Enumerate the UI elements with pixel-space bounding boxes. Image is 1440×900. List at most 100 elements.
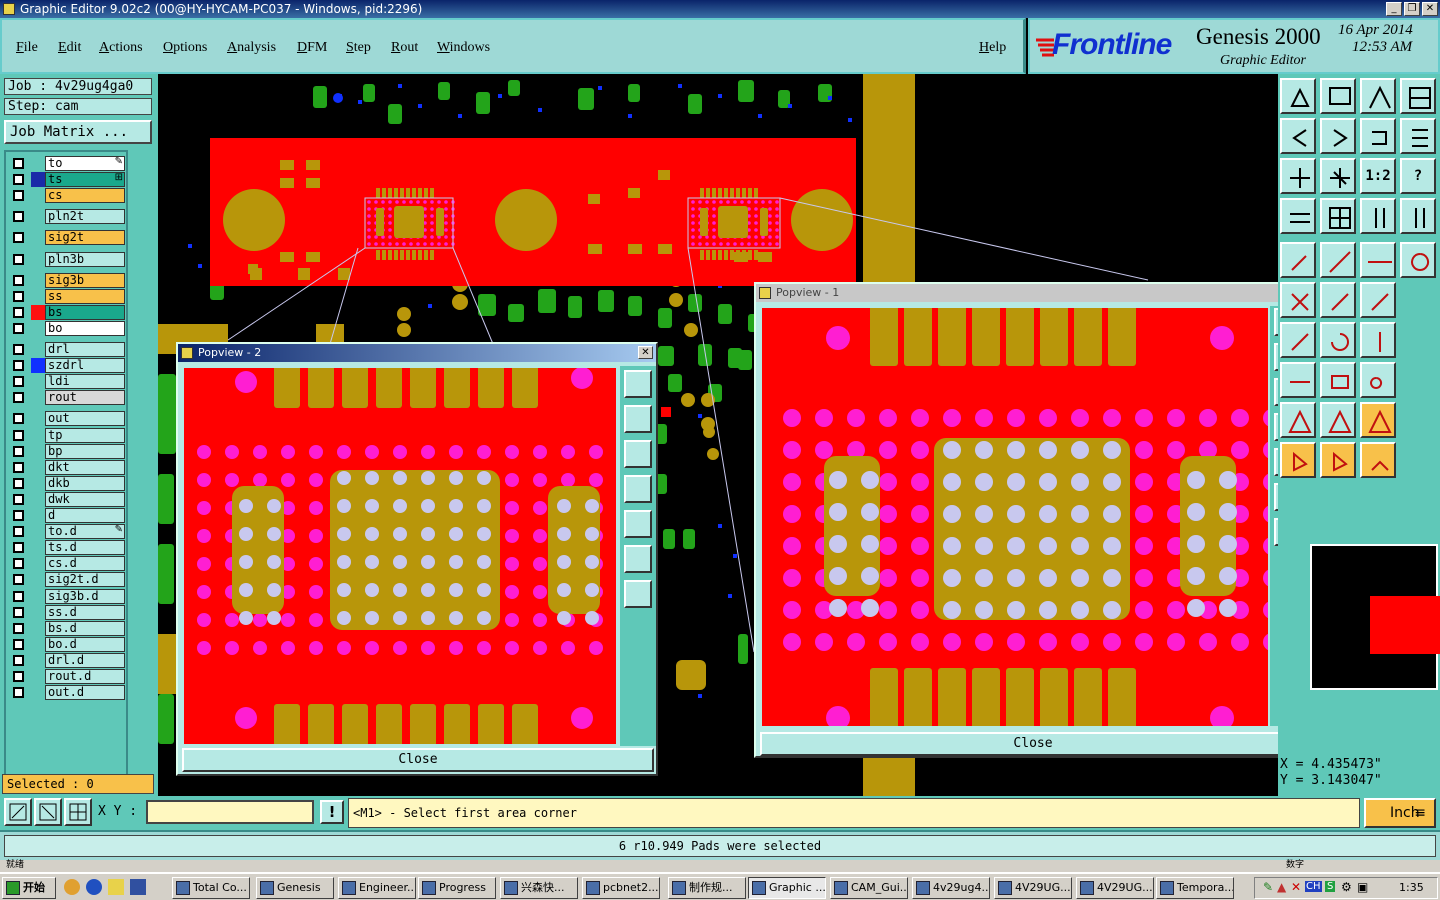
pan-right-icon[interactable] <box>1320 118 1356 154</box>
tray-s-icon[interactable]: S <box>1325 881 1336 892</box>
layer-checkbox[interactable] <box>13 671 24 682</box>
layer-color-swatch[interactable] <box>31 390 45 405</box>
taskbar-item[interactable]: Engineer... <box>338 877 416 899</box>
layer-checkbox[interactable] <box>13 574 24 586</box>
menu-rout[interactable]: Rout <box>391 40 418 56</box>
line-tool-icon[interactable] <box>1320 282 1356 318</box>
menu-edit[interactable]: Edit <box>58 40 81 56</box>
taskbar-item[interactable]: Graphic ... <box>748 877 826 899</box>
layer-name[interactable]: out.d <box>45 685 125 701</box>
redraw-icon[interactable] <box>1400 78 1436 114</box>
rotate-icon[interactable] <box>1320 322 1356 358</box>
layer-checkbox[interactable] <box>13 638 24 650</box>
layer-name[interactable]: rout.d <box>45 669 125 684</box>
tray-network-icon[interactable]: ▣ <box>1357 880 1368 894</box>
layer-checkbox[interactable] <box>13 360 24 372</box>
layer-checkbox[interactable] <box>13 558 24 570</box>
layer-color-swatch[interactable] <box>31 156 45 171</box>
layer-row-bs[interactable]: bs <box>9 304 125 320</box>
layer-color-swatch[interactable] <box>31 444 45 459</box>
redo-icon[interactable] <box>1400 118 1436 154</box>
layer-color-swatch[interactable] <box>31 188 45 203</box>
zoom-area-icon[interactable] <box>4 798 32 826</box>
popview-tool-button[interactable] <box>624 370 652 398</box>
layer-checkbox[interactable] <box>13 306 24 318</box>
layer-checkbox[interactable] <box>13 413 24 425</box>
taskbar-item[interactable]: pcbnet2... <box>582 877 660 899</box>
layer-checkbox[interactable] <box>13 158 24 169</box>
menu-file[interactable]: File <box>16 40 38 56</box>
layer-name[interactable]: ts <box>45 172 125 188</box>
grid-toggle-icon[interactable] <box>64 798 92 826</box>
layer-row-sig3b-d[interactable]: sig3b.d <box>9 588 125 604</box>
layer-color-swatch[interactable] <box>31 230 45 245</box>
layer-row-out[interactable]: out <box>9 411 125 427</box>
layer-name[interactable]: drl.d <box>45 652 125 668</box>
menu-actions[interactable]: Actions <box>99 40 143 56</box>
measure-icon[interactable] <box>1280 198 1316 234</box>
layer-color-swatch[interactable] <box>31 209 45 224</box>
layer-color-swatch[interactable] <box>31 374 45 389</box>
layer-checkbox[interactable] <box>13 290 24 302</box>
layer-name[interactable]: d <box>45 508 125 523</box>
center-icon[interactable] <box>1320 158 1356 194</box>
tray-close-icon[interactable]: ✕ <box>1291 880 1301 894</box>
layer-checkbox[interactable] <box>13 392 24 404</box>
ruler-icon[interactable] <box>1360 242 1396 278</box>
layer-row-tp[interactable]: tp <box>9 427 125 443</box>
layer-row-sig2t[interactable]: sig2t <box>9 230 125 246</box>
layer-name[interactable]: sig3b <box>45 272 125 288</box>
pan-left-icon[interactable] <box>1280 118 1316 154</box>
layer-name[interactable]: sig2t.d <box>45 572 125 588</box>
snap-alt-icon[interactable] <box>1400 198 1436 234</box>
layer-row-sig2t-d[interactable]: sig2t.d <box>9 572 125 588</box>
start-button[interactable]: 开始 <box>2 877 56 899</box>
layer-color-swatch[interactable] <box>31 411 45 426</box>
taskbar-item[interactable]: 4V29UG... <box>994 877 1072 899</box>
layer-name[interactable]: cs <box>45 188 125 204</box>
layer-color-swatch[interactable] <box>31 304 45 320</box>
restore-button[interactable]: ❐ <box>1404 2 1420 16</box>
layer-checkbox[interactable] <box>13 211 24 223</box>
layer-row-cs[interactable]: cs <box>9 188 125 204</box>
job-matrix-button[interactable]: Job Matrix ... <box>4 120 152 144</box>
taskbar-item[interactable]: Progress <box>418 877 496 899</box>
taskbar-item[interactable]: 制作规... <box>668 877 746 899</box>
layer-color-swatch[interactable] <box>31 492 45 507</box>
layer-name[interactable]: cs.d <box>45 556 125 572</box>
close-window-button[interactable]: ✕ <box>1422 2 1438 16</box>
menu-step[interactable]: Step <box>346 40 371 56</box>
layer-row-dkb[interactable]: dkb <box>9 475 125 491</box>
layer-color-swatch[interactable] <box>31 572 45 587</box>
layer-color-swatch[interactable] <box>31 172 45 188</box>
layer-checkbox[interactable] <box>13 590 24 602</box>
popview-2-canvas[interactable] <box>184 368 616 744</box>
layer-row-ss[interactable]: ss <box>9 288 125 304</box>
popview-2-close-icon[interactable]: ✕ <box>638 346 653 359</box>
popview-tool-button[interactable] <box>624 405 652 433</box>
popview-tool-button[interactable] <box>624 440 652 468</box>
popview-tool-button[interactable] <box>624 545 652 573</box>
menu-options[interactable]: Options <box>163 40 207 56</box>
layer-name[interactable]: bo <box>45 320 125 336</box>
layer-name[interactable]: pln2t <box>45 209 125 225</box>
layer-row-cs-d[interactable]: cs.d <box>9 556 125 572</box>
grid-icon[interactable] <box>1320 198 1356 234</box>
layer-color-swatch[interactable] <box>31 428 45 443</box>
taskbar-item[interactable]: 4v29ug4... <box>912 877 990 899</box>
triangle-blue-icon[interactable] <box>1320 402 1356 438</box>
layer-name[interactable]: dkt <box>45 459 125 475</box>
taskbar-item[interactable]: Tempora... <box>1156 877 1234 899</box>
tray-ime-icon[interactable]: CH <box>1305 881 1322 892</box>
tray-app-icon[interactable]: ▲ <box>1277 880 1286 894</box>
tray-pen-icon[interactable]: ✎ <box>1263 880 1273 894</box>
draw-icon[interactable] <box>1320 242 1356 278</box>
layer-color-swatch[interactable] <box>31 685 45 700</box>
layer-checkbox[interactable] <box>13 622 24 634</box>
layer-color-swatch[interactable] <box>31 669 45 684</box>
line-tool-alt-icon[interactable] <box>1360 282 1396 318</box>
circle-tool-icon[interactable] <box>1400 242 1436 278</box>
layer-color-swatch[interactable] <box>31 252 45 267</box>
layer-checkbox[interactable] <box>13 376 24 388</box>
taskbar-item[interactable]: CAM_Gui... <box>830 877 908 899</box>
